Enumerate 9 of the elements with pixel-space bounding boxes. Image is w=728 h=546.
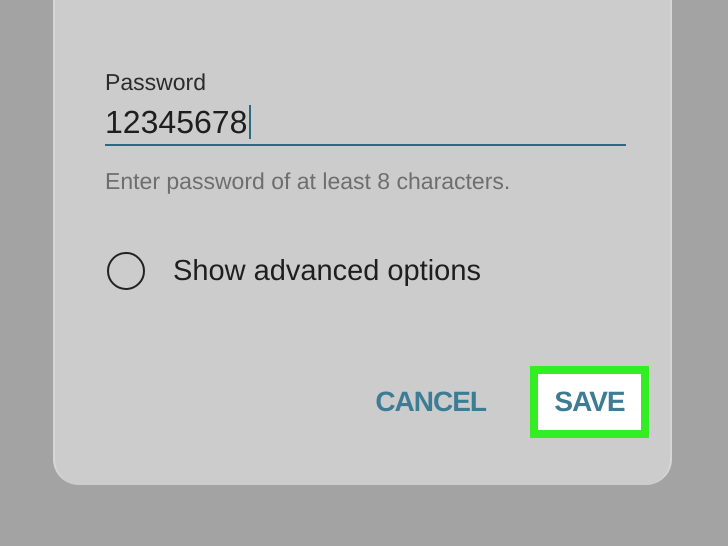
text-cursor [249, 105, 252, 139]
option-label: Show advanced options [173, 254, 481, 288]
save-button[interactable]: SAVE [530, 366, 649, 438]
field-value: 12345678 [105, 103, 248, 142]
cancel-button[interactable]: CANCEL [375, 366, 486, 438]
field-label: Password [105, 68, 207, 96]
radio-button[interactable] [107, 252, 145, 290]
password-field[interactable]: 12345678 [105, 100, 626, 146]
helper-text: Enter password of at least 8 characters. [105, 167, 512, 196]
